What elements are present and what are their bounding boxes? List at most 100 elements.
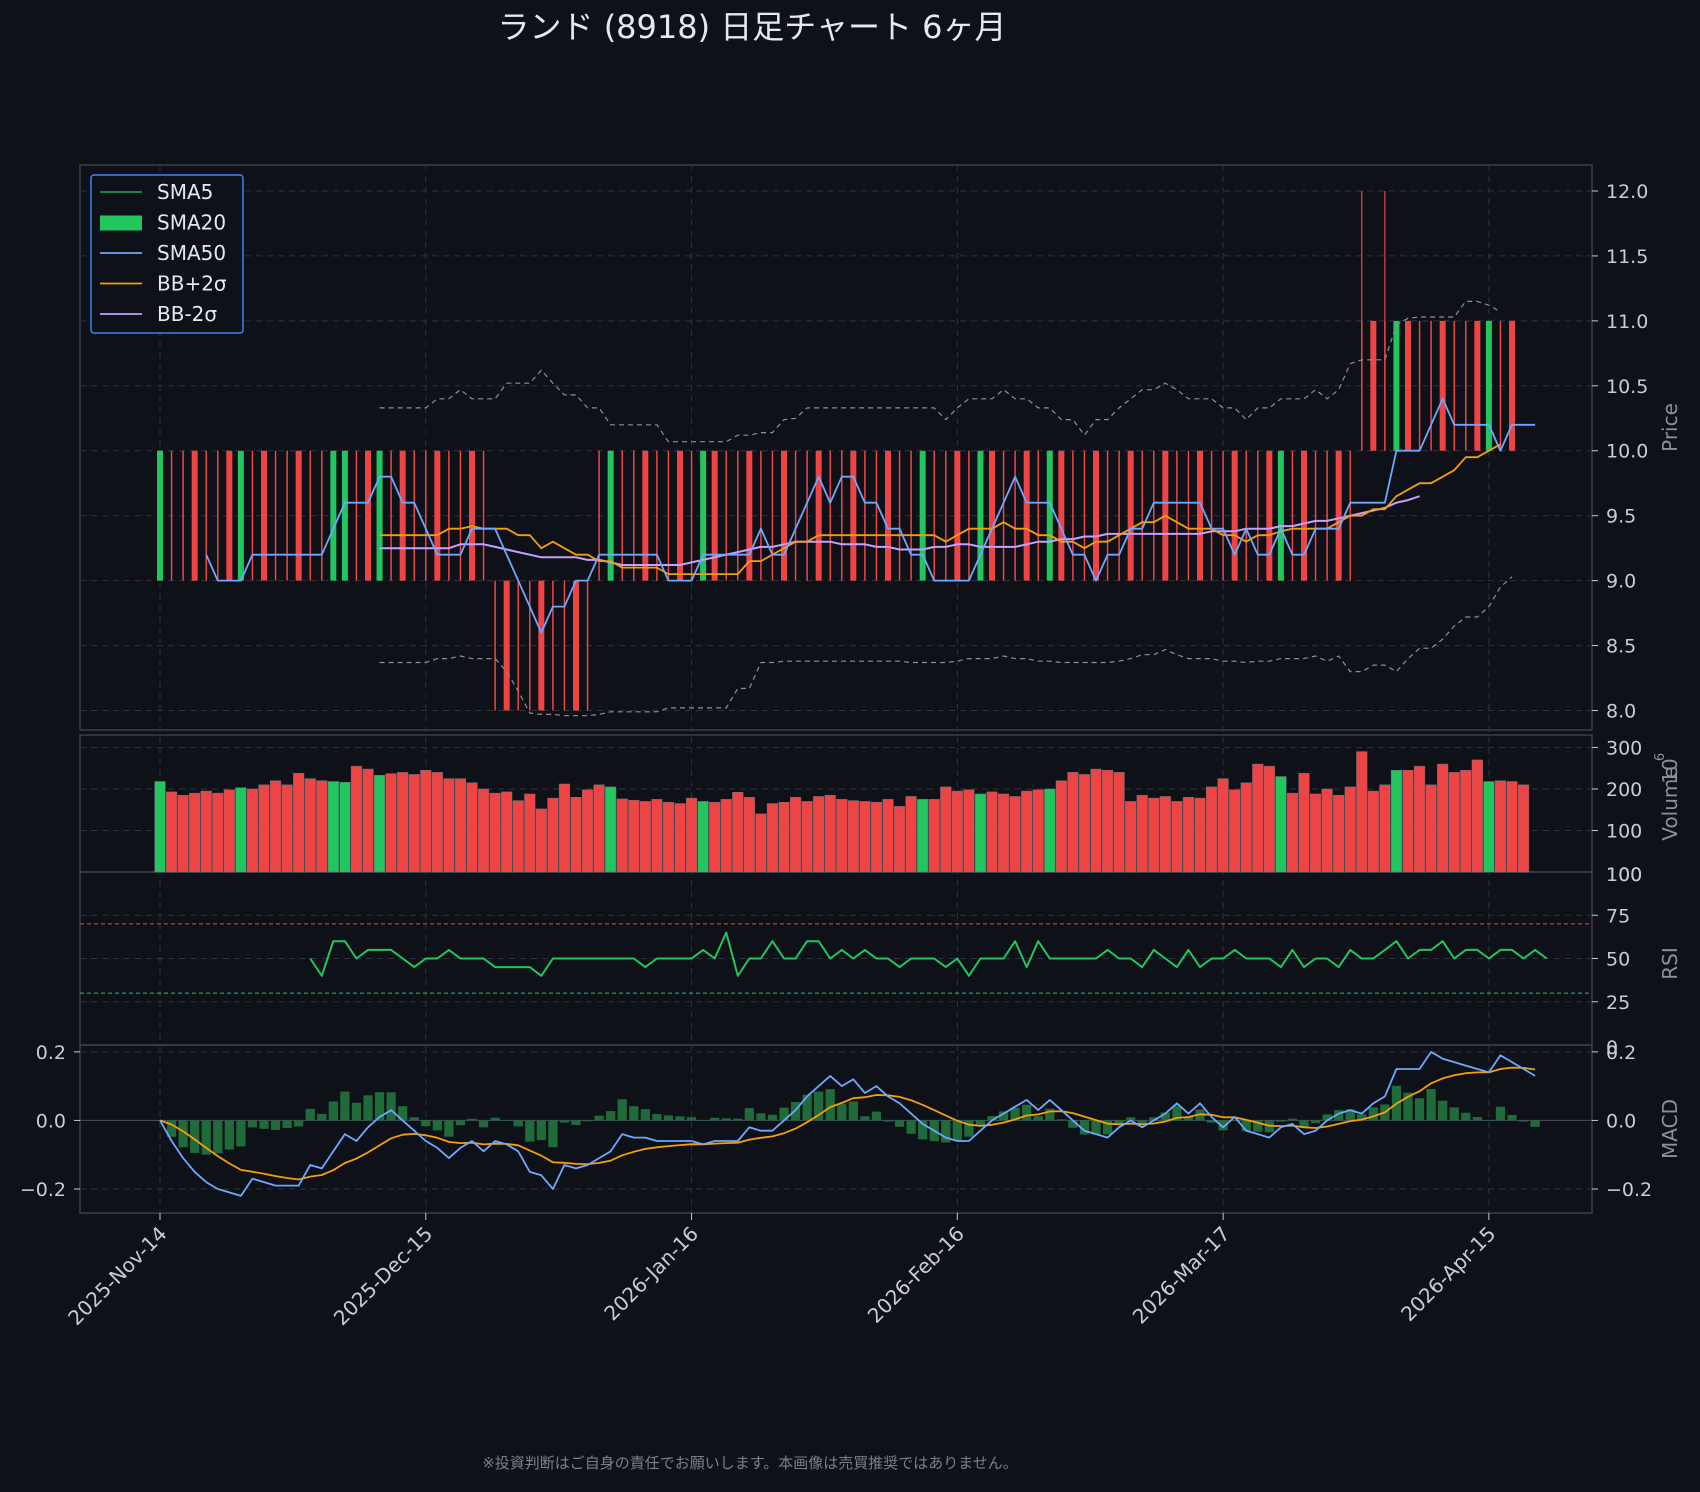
- volume-bar: [339, 782, 351, 873]
- macd-histogram-bar: [559, 1120, 570, 1123]
- volume-bar: [1148, 797, 1160, 873]
- candle: [1474, 320, 1481, 451]
- candle: [1014, 450, 1016, 581]
- price-tick-label: 11.0: [1606, 311, 1648, 333]
- macd-histogram-bar: [363, 1095, 373, 1121]
- volume-bar: [223, 789, 235, 873]
- candle: [586, 580, 589, 711]
- candle: [191, 450, 198, 581]
- macd-histogram-bar: [663, 1115, 674, 1121]
- volume-bar: [512, 800, 524, 873]
- macd-histogram-bar: [825, 1089, 835, 1121]
- volume-bar: [454, 778, 467, 873]
- candle: [1106, 450, 1109, 581]
- volume-bar: [327, 781, 339, 873]
- macd-histogram-bar: [606, 1111, 616, 1121]
- volume-bar: [628, 799, 640, 873]
- macd-histogram-bar: [1426, 1088, 1436, 1121]
- legend-label: SMA20: [157, 211, 226, 235]
- volume-bar: [824, 794, 836, 873]
- candle: [226, 450, 233, 581]
- macd-signal-line: [159, 1066, 1536, 1181]
- candle: [1326, 450, 1328, 581]
- candle: [690, 450, 693, 581]
- macd-histogram-bar: [444, 1120, 454, 1137]
- volume-bar: [246, 788, 259, 873]
- legend-label: BB+2σ: [157, 272, 227, 296]
- candle: [1266, 450, 1273, 581]
- macd-histogram-bar: [328, 1101, 338, 1121]
- candle: [390, 450, 392, 581]
- volume-bar: [189, 792, 201, 873]
- macd-histogram-bar: [952, 1120, 962, 1141]
- macd-histogram-bar: [652, 1114, 662, 1121]
- volume-bar: [674, 803, 686, 873]
- candle: [399, 450, 406, 581]
- macd-histogram-bar: [594, 1115, 604, 1121]
- macd-histogram-bar: [710, 1117, 720, 1121]
- macd-histogram-bar: [548, 1120, 558, 1148]
- macd-histogram-bar: [282, 1120, 292, 1128]
- macd-histogram-bar: [455, 1120, 466, 1126]
- candle: [552, 580, 554, 711]
- macd-histogram-bar: [871, 1111, 882, 1121]
- macd-histogram-bar: [1495, 1106, 1506, 1121]
- candle: [1499, 320, 1502, 451]
- macd-histogram-bar: [409, 1117, 419, 1121]
- candle: [1291, 450, 1294, 581]
- candle: [771, 450, 774, 581]
- candle: [170, 450, 173, 581]
- macd-histogram-bar: [582, 1120, 593, 1122]
- candle: [1118, 450, 1120, 581]
- volume-tick-label: 200: [1606, 779, 1642, 801]
- volume-bar: [501, 791, 513, 873]
- price-tick-label: 8.0: [1606, 701, 1636, 723]
- volume-bar: [1494, 780, 1507, 873]
- candle: [945, 450, 947, 581]
- macd-histogram-bar: [513, 1120, 523, 1127]
- volume-bar: [466, 782, 478, 873]
- volume-bar: [616, 798, 628, 873]
- volume-bar: [605, 786, 617, 873]
- volume-bar: [1205, 786, 1218, 873]
- macd-histogram-bar: [1484, 1120, 1494, 1121]
- candle: [806, 450, 808, 581]
- macd-histogram-bar: [1530, 1120, 1540, 1127]
- candle: [217, 450, 219, 581]
- candle: [563, 580, 566, 711]
- candle: [1405, 320, 1411, 451]
- volume-bar: [893, 806, 906, 873]
- volume-bar: [743, 797, 755, 873]
- macd-histogram-bar: [1033, 1116, 1043, 1121]
- macd-histogram-bar: [421, 1120, 431, 1127]
- candle: [1393, 320, 1400, 451]
- candle: [459, 450, 462, 581]
- macd-histogram-bar: [837, 1103, 847, 1121]
- price-axis-label: Price: [1658, 403, 1682, 452]
- volume-bar: [1298, 772, 1310, 873]
- volume-bar: [281, 784, 293, 873]
- x-tick-label: 2026-Apr-15: [1396, 1222, 1500, 1326]
- candle: [815, 450, 822, 581]
- volume-bar: [1321, 788, 1333, 873]
- volume-bar: [709, 802, 721, 873]
- macd-histogram-bar: [270, 1120, 281, 1130]
- volume-bar: [1483, 781, 1495, 873]
- x-tick-label: 2025-Nov-14: [63, 1222, 171, 1330]
- candle: [425, 450, 427, 581]
- macd-tick-label: 0.0: [1606, 1110, 1636, 1132]
- candle: [341, 450, 348, 581]
- volume-bar: [1390, 770, 1403, 873]
- x-tick-label: 2026-Jan-16: [599, 1222, 703, 1326]
- candle: [529, 580, 531, 711]
- rsi-tick-label: 25: [1606, 992, 1630, 1014]
- volume-bar: [362, 768, 374, 873]
- volume-bar: [1379, 784, 1391, 873]
- candle: [864, 450, 866, 581]
- candle: [1314, 450, 1317, 581]
- macd-histogram-bar: [629, 1106, 639, 1121]
- macd-histogram-bar: [1137, 1120, 1147, 1124]
- macd-histogram-bar: [640, 1109, 650, 1121]
- volume-bar: [165, 791, 178, 873]
- candle: [1141, 450, 1143, 581]
